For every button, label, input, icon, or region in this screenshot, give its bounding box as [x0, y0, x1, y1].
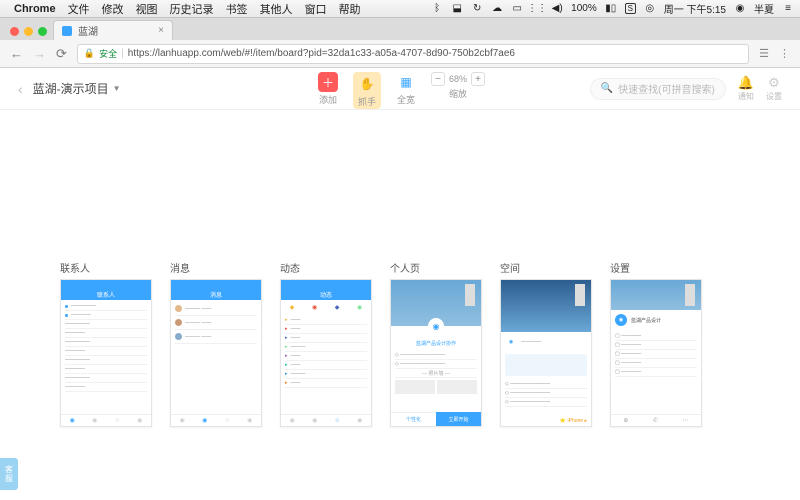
screen-thumb: 联系人 ————— ———— ————— ———— ————— ———— ———…	[60, 279, 152, 427]
zoom-out-button[interactable]: −	[431, 72, 445, 86]
nav-back-icon[interactable]: ←	[10, 46, 23, 62]
notifications-button[interactable]: 🔔 通知	[738, 75, 754, 102]
siri-icon[interactable]: ◉	[734, 3, 746, 15]
full-width-button[interactable]: ▦ 全宽	[393, 72, 419, 106]
display-icon[interactable]: ▭	[511, 3, 523, 15]
project-name-label: 蓝湖-演示项目	[33, 80, 109, 97]
bell-icon: 🔔	[738, 75, 754, 91]
screen-label: 消息	[170, 260, 262, 275]
address-bar[interactable]: 🔒 安全 | https://lanhuapp.com/web/#!/item/…	[77, 44, 749, 64]
ime-icon[interactable]: S	[625, 3, 636, 14]
zoom-value: 68%	[449, 74, 467, 84]
nav-reload-icon[interactable]: ⟳	[56, 46, 67, 62]
screen-item-feed[interactable]: 动态 动态 ◆◉◆◉ ▸ —— ▸ —— ▸ —— ▸ ——— ▸ —— ▸ —…	[280, 260, 372, 427]
menu-file[interactable]: 文件	[68, 1, 90, 17]
canvas[interactable]: 联系人 联系人 ————— ———— ————— ———— ————— ————…	[0, 110, 800, 427]
menu-history[interactable]: 历史记录	[170, 1, 214, 17]
volume-icon[interactable]: ◀)	[551, 3, 563, 15]
menubar-clock[interactable]: 周一 下午5:15	[664, 1, 726, 16]
screen-thumb: 消息 ——— —— ——— —— ——— —— ◉◉☆◉	[170, 279, 262, 427]
add-label: 添加	[319, 93, 337, 106]
screen-label: 设置	[610, 260, 702, 275]
notify-label: 通知	[738, 91, 754, 102]
chrome-menu-icon[interactable]: ⋮	[779, 47, 790, 60]
screen-thumb: ◉ ———— ◇ ———————— ◇ ———————— ◇ ———————— …	[500, 279, 592, 427]
notification-center-icon[interactable]: ≡	[782, 3, 794, 15]
screen-label: 个人页	[390, 260, 482, 275]
mac-menubar: Chrome 文件 修改 视图 历史记录 书签 其他人 窗口 帮助 ᛒ ⬓ ↻ …	[0, 0, 800, 18]
screens-row: 联系人 联系人 ————— ———— ————— ———— ————— ————…	[60, 260, 740, 427]
screen-item-settings-screen[interactable]: 设置 ◉蓝湖产品设计 ▢ ———— ▢ ———— ▢ ———— ▢ ———— ▢…	[610, 260, 702, 427]
toolbar-center: ＋ 添加 ✋ 抓手 ▦ 全宽 − 68% + 缩放	[315, 72, 485, 109]
zoom-label: 缩放	[449, 87, 467, 100]
dropbox-icon[interactable]: ⬓	[451, 3, 463, 15]
hand-icon: ✋	[357, 74, 377, 94]
page-content: ‹ 蓝湖-演示项目 ▼ ＋ 添加 ✋ 抓手 ▦ 全宽 − 68% +	[0, 68, 800, 500]
wifi-icon[interactable]: ⋮⋮	[531, 3, 543, 15]
chrome-profile-icon[interactable]: ☰	[759, 47, 769, 60]
window-close-icon[interactable]	[10, 27, 19, 36]
back-button[interactable]: ‹	[18, 81, 23, 97]
lock-icon: 🔒	[84, 48, 95, 59]
menu-view[interactable]: 视图	[136, 1, 158, 17]
chrome-tabstrip: 蓝湖 ×	[0, 18, 800, 40]
menu-bookmarks[interactable]: 书签	[226, 1, 248, 17]
screen-thumb: ◉蓝湖产品设计 ▢ ———— ▢ ———— ▢ ———— ▢ ———— ▢ ——…	[610, 279, 702, 427]
zoom-in-button[interactable]: +	[471, 72, 485, 86]
screen-item-space[interactable]: 空间 ◉ ———— ◇ ———————— ◇ ———————— ◇ ——————…	[500, 260, 592, 427]
menu-window[interactable]: 窗口	[305, 1, 327, 17]
battery-percent: 100%	[571, 3, 597, 14]
search-placeholder: 快速查找(可拼音搜索)	[618, 81, 715, 96]
app-header: ‹ 蓝湖-演示项目 ▼ ＋ 添加 ✋ 抓手 ▦ 全宽 − 68% +	[0, 68, 800, 110]
nav-forward-icon[interactable]: →	[33, 46, 46, 62]
url-text: https://lanhuapp.com/web/#!/item/board?p…	[128, 48, 515, 59]
menu-app[interactable]: Chrome	[14, 3, 56, 15]
bluetooth-icon[interactable]: ᛒ	[431, 3, 443, 15]
cloud-icon[interactable]: ☁	[491, 3, 503, 15]
menu-people[interactable]: 其他人	[260, 1, 293, 17]
tab-title: 蓝湖	[78, 23, 98, 38]
menu-edit[interactable]: 修改	[102, 1, 124, 17]
spotlight-icon[interactable]: ◎	[644, 3, 656, 15]
gear-icon: ⚙	[768, 75, 780, 91]
menu-help[interactable]: 帮助	[339, 1, 361, 17]
screen-item-messages[interactable]: 消息 消息 ——— —— ——— —— ——— —— ◉◉☆◉	[170, 260, 262, 427]
window-minimize-icon[interactable]	[24, 27, 33, 36]
add-button[interactable]: ＋ 添加	[315, 72, 341, 106]
tab-close-icon[interactable]: ×	[158, 25, 164, 36]
screen-item-contacts[interactable]: 联系人 联系人 ————— ———— ————— ———— ————— ————…	[60, 260, 152, 427]
grid-icon: ▦	[396, 72, 416, 92]
window-zoom-icon[interactable]	[38, 27, 47, 36]
secure-label: 安全	[99, 47, 117, 60]
plus-icon: ＋	[318, 72, 338, 92]
hand-label: 抓手	[358, 95, 376, 108]
sync-icon[interactable]: ↻	[471, 3, 483, 15]
chrome-toolbar: ← → ⟳ 🔒 安全 | https://lanhuapp.com/web/#!…	[0, 40, 800, 68]
browser-tab[interactable]: 蓝湖 ×	[53, 20, 173, 40]
search-icon: 🔍	[601, 83, 613, 94]
project-switcher[interactable]: 蓝湖-演示项目 ▼	[33, 80, 121, 97]
zoom-control: − 68% + 缩放	[431, 72, 485, 100]
screen-thumb: ◉ 蓝湖产品设计协作 ◇ ————————— ◇ ————————— — 照片墙…	[390, 279, 482, 427]
settings-label: 设置	[766, 91, 782, 102]
customer-service-button[interactable]: 客服	[0, 458, 18, 490]
full-label: 全宽	[397, 93, 415, 106]
screen-label: 空间	[500, 260, 592, 275]
screen-thumb: 动态 ◆◉◆◉ ▸ —— ▸ —— ▸ —— ▸ ——— ▸ —— ▸ —— ▸…	[280, 279, 372, 427]
menubar-user[interactable]: 半夏	[754, 1, 774, 16]
window-traffic-lights	[6, 27, 53, 40]
battery-icon[interactable]: ▮▯	[605, 3, 617, 15]
tab-favicon-icon	[62, 26, 72, 36]
chevron-down-icon: ▼	[113, 84, 121, 93]
settings-button[interactable]: ⚙ 设置	[766, 75, 782, 102]
screen-label: 动态	[280, 260, 372, 275]
screen-item-profile[interactable]: 个人页 ◉ 蓝湖产品设计协作 ◇ ————————— ◇ ————————— —…	[390, 260, 482, 427]
screen-label: 联系人	[60, 260, 152, 275]
hand-tool-button[interactable]: ✋ 抓手	[353, 72, 381, 109]
search-input[interactable]: 🔍 快速查找(可拼音搜索)	[590, 78, 726, 100]
